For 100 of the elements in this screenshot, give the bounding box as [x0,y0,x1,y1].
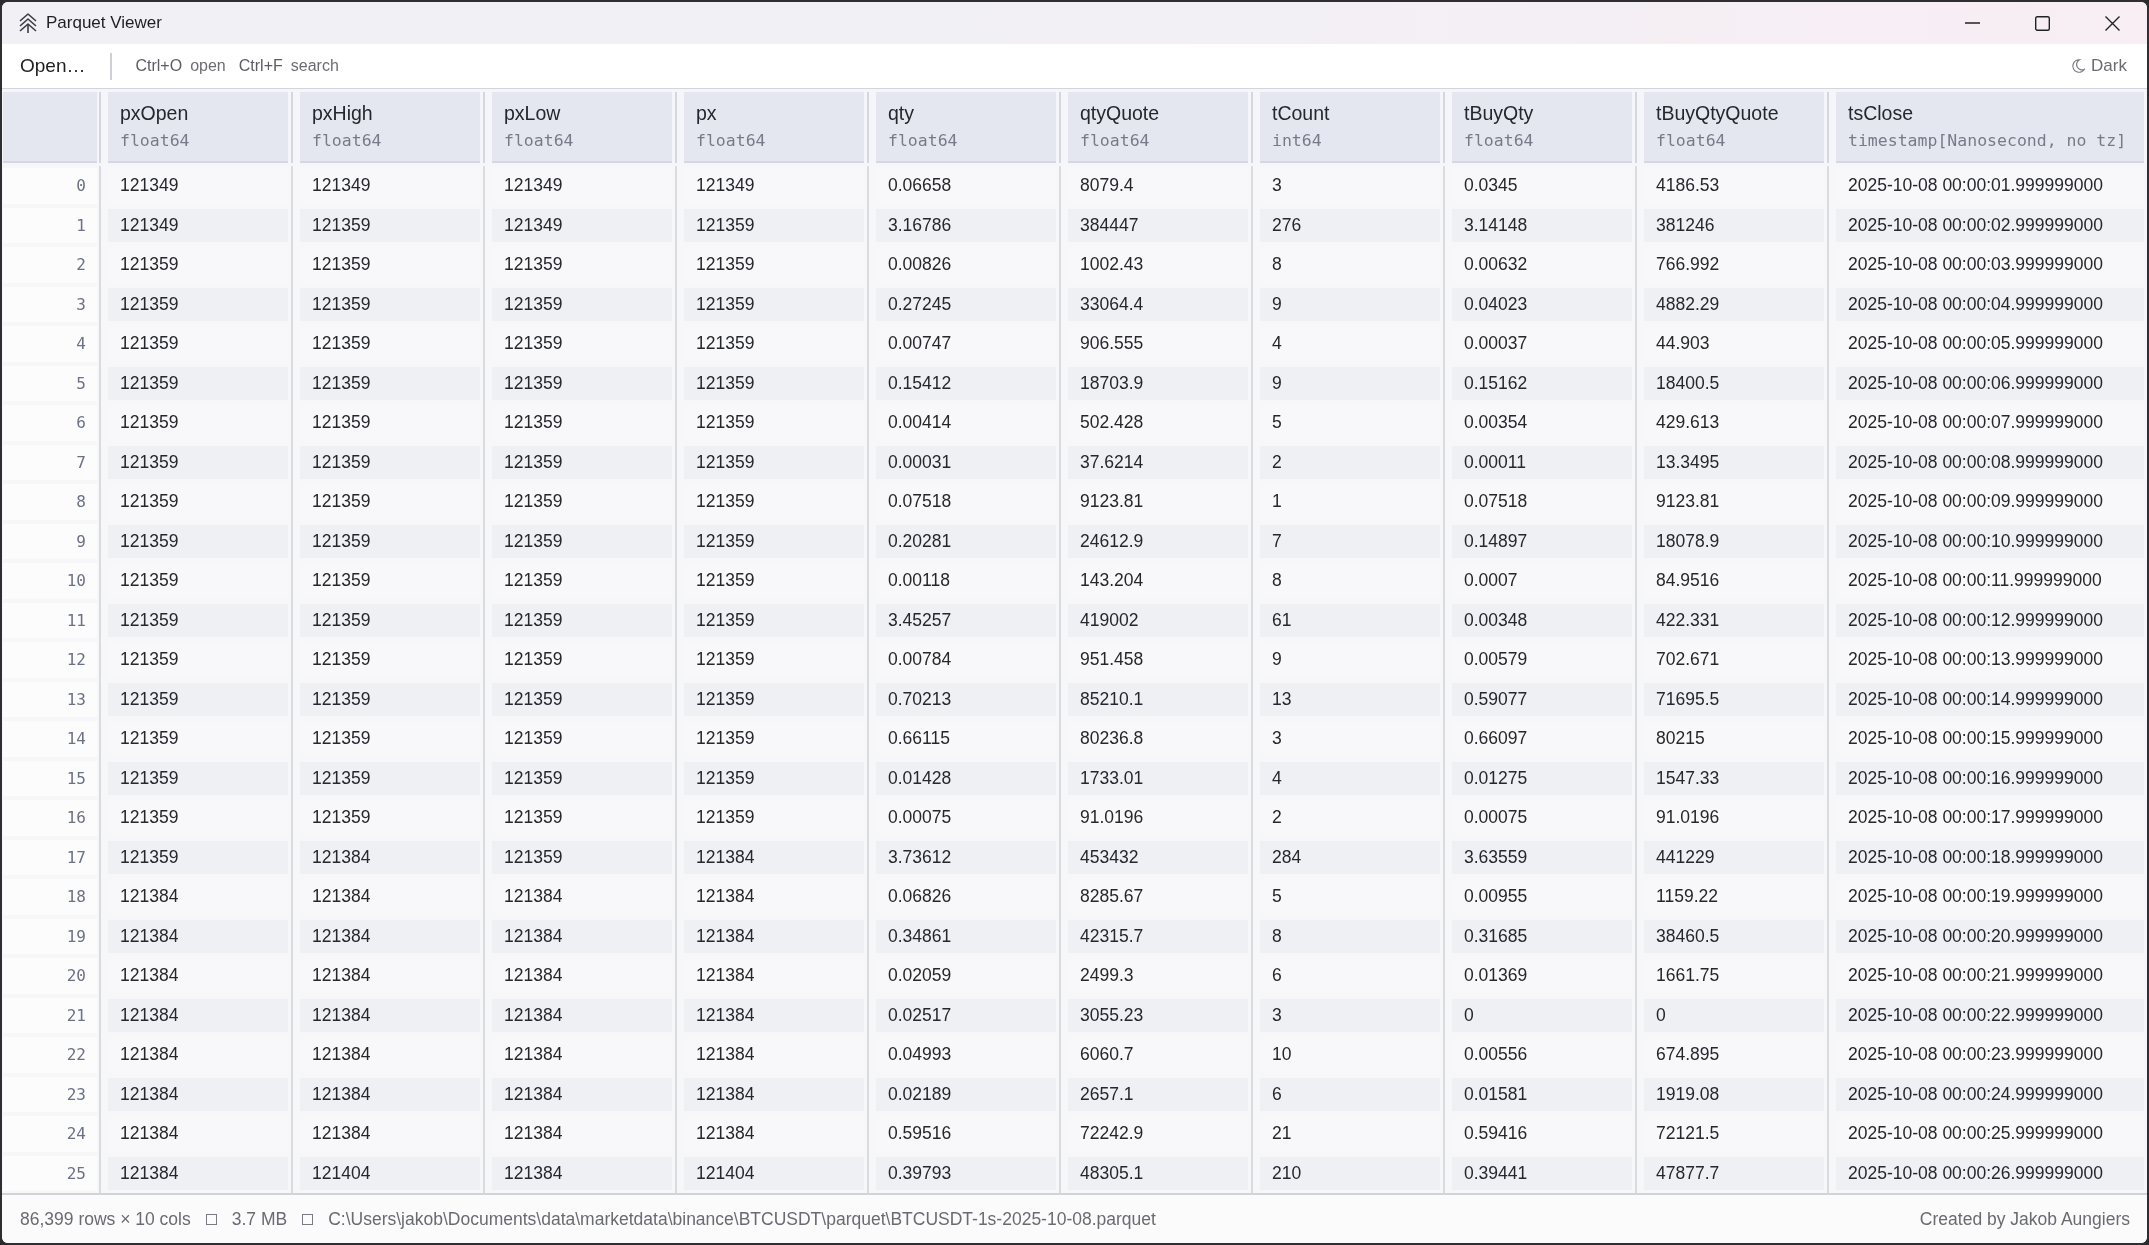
table-cell: 1919.08 [1644,1077,1824,1111]
table-cell: 210 [1260,1156,1440,1190]
column-name: tBuyQtyQuote [1656,102,1779,124]
table-cell: 121359 [684,287,864,321]
row-number: 5 [3,365,97,401]
row-number: 8 [3,484,97,520]
row-number: 18 [3,879,97,915]
table-cell: 121384 [684,998,864,1032]
row-number: 15 [3,760,97,796]
stacked-chevrons-icon [19,12,37,34]
table-cell: 419002 [1068,603,1248,637]
table-cell: 121359 [300,208,480,242]
row-number: 25 [3,1155,97,1191]
row-number: 1 [3,207,97,243]
table-cell: 24612.9 [1068,524,1248,558]
table-cell: 121384 [300,840,480,874]
column-type: float64 [504,131,574,151]
table-cell: 2025-10-08 00:00:14.999999000 [1836,682,2144,716]
column-type: float64 [1464,131,1534,151]
theme-toggle-button[interactable]: Dark [2070,52,2129,80]
table-cell: 121384 [492,1077,672,1111]
table-cell: 13 [1260,682,1440,716]
table-cell: 13.3495 [1644,445,1824,479]
table-cell: 0.02517 [876,998,1056,1032]
table-cell: 121384 [300,919,480,953]
table-cell: 42315.7 [1068,919,1248,953]
table-cell: 441229 [1644,840,1824,874]
table-cell: 47877.7 [1644,1156,1824,1190]
column-name: qty [888,102,914,124]
row-number: 17 [3,839,97,875]
table-cell: 38460.5 [1644,919,1824,953]
table-cell: 4882.29 [1644,287,1824,321]
table-cell: 121359 [108,524,288,558]
table-cell: 121359 [492,682,672,716]
table-cell: 0.27245 [876,287,1056,321]
row-number: 22 [3,1037,97,1073]
table-cell: 2025-10-08 00:00:20.999999000 [1836,919,2144,953]
row-number: 11 [3,602,97,638]
table-cell: 2025-10-08 00:00:06.999999000 [1836,366,2144,400]
table-cell: 384447 [1068,208,1248,242]
row-number: 10 [3,563,97,599]
table-cell: 121359 [684,445,864,479]
open-button[interactable]: Open… [12,49,94,83]
column-type: int64 [1272,131,1322,151]
table-cell: 61 [1260,603,1440,637]
table-cell: 121359 [108,761,288,795]
row-number: 2 [3,247,97,283]
table-cell: 0.15412 [876,366,1056,400]
credit-text: Created by Jakob Aungiers [1919,1208,2130,1230]
row-number: 6 [3,405,97,441]
table-cell: 18078.9 [1644,524,1824,558]
table-cell: 48305.1 [1068,1156,1248,1190]
table-cell: 0 [1452,998,1632,1032]
row-number: 21 [3,997,97,1033]
column-type: float64 [1080,131,1150,151]
table-cell: 71695.5 [1644,682,1824,716]
table-cell: 121384 [300,998,480,1032]
table-cell: 8 [1260,919,1440,953]
table-cell: 9 [1260,287,1440,321]
table-cell: 121359 [300,366,480,400]
file-path-text: C:\Users\jakob\Documents\data\marketdata\binance\BTCUSDT\parquet\BTCUSDT-1s-2025-10-08.parquet [328,1208,1156,1230]
table-cell: 121384 [492,1156,672,1190]
close-icon [2104,15,2120,31]
column-type: float64 [312,131,382,151]
table-cell: 6 [1260,1077,1440,1111]
table-cell: 121359 [300,682,480,716]
table-cell: 0.59077 [1452,682,1632,716]
table-cell: 0.00011 [1452,445,1632,479]
table-cell: 1733.01 [1068,761,1248,795]
table-cell: 0.00031 [876,445,1056,479]
column-name: px [696,102,717,124]
row-number: 4 [3,326,97,362]
column-name: pxLow [504,102,561,124]
table-cell: 0.02189 [876,1077,1056,1111]
row-number: 3 [3,286,97,322]
table-cell: 0.34861 [876,919,1056,953]
table-cell: 2025-10-08 00:00:26.999999000 [1836,1156,2144,1190]
table-cell: 0.00348 [1452,603,1632,637]
table-cell: 121359 [684,524,864,558]
square-icon [205,1213,217,1225]
table-cell: 121359 [492,524,672,558]
shortcut-keys: Ctrl+F [238,57,283,75]
column-type: float64 [696,131,766,151]
table-cell: 3.16786 [876,208,1056,242]
table-cell: 121359 [108,682,288,716]
row-number: 7 [3,444,97,480]
table-cell: 121359 [492,366,672,400]
table-cell: 121359 [300,524,480,558]
column-name: tBuyQty [1464,102,1534,124]
table-cell: 121384 [492,919,672,953]
table-cell: 0.70213 [876,682,1056,716]
table-cell: 121404 [684,1156,864,1190]
row-number: 12 [3,642,97,678]
table-cell: 121359 [300,603,480,637]
table-cell: 121384 [108,1156,288,1190]
table-cell: 121384 [492,998,672,1032]
table-cell: 121384 [108,998,288,1032]
column-type: float64 [888,131,958,151]
table-cell: 121359 [108,603,288,637]
table-cell: 121359 [108,840,288,874]
